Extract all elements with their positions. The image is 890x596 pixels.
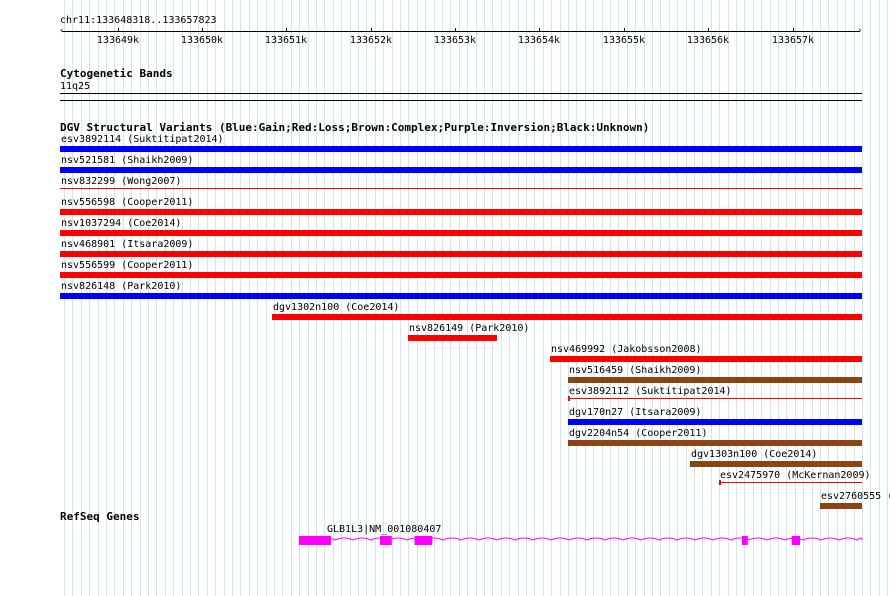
dgv-variant-label[interactable]: esv3892112 (Suktitipat2014) [569, 386, 732, 397]
ruler-tick-label: 133656k [686, 35, 730, 46]
dgv-variant-label[interactable]: nsv832299 (Wong2007) [61, 176, 181, 187]
ruler-position-label: chr11:133648318..133657823 [60, 15, 217, 26]
dgv-variant-bar[interactable] [60, 272, 862, 278]
ruler-tick [624, 28, 625, 32]
dgv-variant-label[interactable]: dgv1302n100 (Coe2014) [273, 302, 399, 313]
ruler-tick [202, 28, 203, 32]
dgv-variant-label[interactable]: dgv170n27 (Itsara2009) [569, 407, 701, 418]
dgv-variant-label[interactable]: nsv1037294 (Coe2014) [61, 218, 181, 229]
gene-exon[interactable] [791, 536, 801, 545]
ruler-tick [118, 28, 119, 32]
dgv-variant-label[interactable]: esv2760555 (Ve [821, 491, 890, 502]
ruler-tick [793, 28, 794, 32]
dgv-variant-label[interactable]: nsv521581 (Shaikh2009) [61, 155, 193, 166]
ruler-tick [371, 28, 372, 32]
ruler-tick [708, 28, 709, 32]
dgv-variant-label[interactable]: esv3892114 (Suktitipat2014) [61, 134, 224, 145]
ruler-tick [539, 28, 540, 32]
dgv-variant-bar[interactable] [60, 293, 862, 299]
dgv-variant-bar[interactable] [568, 419, 862, 425]
dgv-track-title: DGV Structural Variants (Blue:Gain;Red:L… [60, 121, 650, 134]
dgv-variant-bar[interactable] [568, 398, 862, 399]
cytoband-track-title: Cytogenetic Bands [60, 67, 173, 80]
dgv-variant-label[interactable]: nsv468901 (Itsara2009) [61, 239, 193, 250]
grid-line [870, 0, 871, 596]
grid-line [879, 0, 880, 596]
dgv-variant-label[interactable]: nsv516459 (Shaikh2009) [569, 365, 701, 376]
ruler-tick-label: 133654k [517, 35, 561, 46]
dgv-variant-label[interactable]: dgv2204n54 (Cooper2011) [569, 428, 707, 439]
dgv-variant-start-cap [568, 396, 570, 401]
dgv-variant-label[interactable]: nsv556599 (Cooper2011) [61, 260, 193, 271]
ruler-tick [455, 28, 456, 32]
dgv-variant-label[interactable]: nsv469992 (Jakobsson2008) [551, 344, 702, 355]
dgv-variant-bar[interactable] [272, 314, 862, 320]
dgv-variant-label[interactable]: esv2475970 (McKernan2009) [720, 470, 871, 481]
dgv-variant-bar[interactable] [820, 503, 862, 509]
ruler-tick-label: 133657k [771, 35, 815, 46]
dgv-variant-start-cap [719, 480, 721, 485]
genome-browser-track-area: chr11:133648318..133657823 ‹ › 133649k 13… [0, 0, 890, 596]
dgv-variant-bar[interactable] [408, 335, 497, 341]
dgv-variant-label[interactable]: nsv826149 (Park2010) [409, 323, 529, 334]
gene-exon[interactable] [741, 536, 748, 545]
dgv-variant-bar[interactable] [550, 356, 862, 362]
gene-model[interactable] [0, 528, 890, 552]
dgv-variant-label[interactable]: nsv826148 (Park2010) [61, 281, 181, 292]
dgv-variant-bar[interactable] [690, 461, 862, 467]
ruler-tick [286, 28, 287, 32]
ruler-left-arrow: ‹ [59, 26, 65, 36]
dgv-variant-bar[interactable] [60, 230, 862, 236]
ruler-tick-label: 133652k [349, 35, 393, 46]
dgv-variant-bar[interactable] [568, 377, 862, 383]
gene-exon[interactable] [380, 536, 392, 545]
dgv-variant-bar[interactable] [568, 440, 862, 446]
grid-line [862, 0, 863, 596]
gene-exon[interactable] [414, 536, 433, 545]
dgv-variant-label[interactable]: dgv1303n100 (Coe2014) [691, 449, 817, 460]
dgv-variant-bar[interactable] [60, 251, 862, 257]
ruler-right-arrow: › [857, 26, 863, 36]
dgv-variant-bar[interactable] [60, 209, 862, 215]
ruler-tick-label: 133653k [433, 35, 477, 46]
cytoband-label: 11q25 [60, 81, 91, 92]
dgv-variant-label[interactable]: nsv556598 (Cooper2011) [61, 197, 193, 208]
ruler-tick-label: 133650k [180, 35, 224, 46]
gene-exon[interactable] [299, 536, 332, 545]
ruler-tick-label: 133651k [264, 35, 308, 46]
grid-line [887, 0, 888, 596]
dgv-variant-bar[interactable] [719, 482, 862, 483]
cytoband-line-top [60, 93, 862, 94]
cytoband-line-bottom [60, 100, 862, 101]
refseq-track-title: RefSeq Genes [60, 510, 140, 523]
dgv-variant-bar[interactable] [60, 188, 862, 189]
dgv-variant-bar[interactable] [60, 146, 862, 152]
ruler-axis-line [62, 31, 860, 32]
ruler-tick-label: 133655k [602, 35, 646, 46]
ruler-tick-label: 133649k [96, 35, 140, 46]
dgv-variant-bar[interactable] [60, 167, 862, 173]
